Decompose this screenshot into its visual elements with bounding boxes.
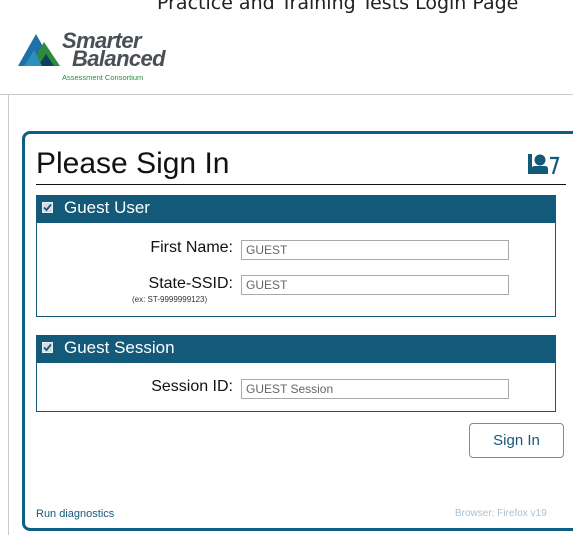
browser-version: Browser: Firefox v19 — [455, 508, 547, 519]
smarter-balanced-logo: Smarter Balanced Assessment Consortium — [16, 26, 186, 90]
login-page: Practice and Training Tests Login Page S… — [0, 0, 573, 535]
ssid-label: State-SSID: — [148, 275, 233, 292]
signin-card — [22, 131, 573, 531]
title-underline — [36, 184, 566, 185]
guest-session-header[interactable]: Guest Session — [36, 335, 556, 363]
checkmark-icon — [43, 343, 52, 352]
guest-user-title: Guest User — [64, 198, 150, 217]
guest-user-body — [36, 223, 556, 317]
checkmark-icon — [43, 203, 52, 212]
first-name-label: First Name: — [150, 239, 233, 256]
ssid-hint: (ex: ST-9999999123) — [132, 295, 208, 304]
first-name-input[interactable] — [241, 240, 509, 260]
sign-in-button[interactable]: Sign In — [469, 423, 564, 458]
run-diagnostics-link[interactable]: Run diagnostics — [36, 508, 114, 520]
guest-session-title: Guest Session — [64, 338, 175, 357]
ssid-input[interactable] — [241, 275, 509, 295]
window-caption: Practice and Training Tests Login Page — [157, 0, 519, 14]
logo-line2: Balanced — [72, 46, 166, 71]
logo-tagline: Assessment Consortium — [62, 73, 144, 82]
guest-session-checkbox[interactable] — [42, 342, 53, 353]
session-id-input[interactable] — [241, 379, 509, 399]
session-id-label: Session ID: — [151, 378, 233, 395]
left-divider — [8, 94, 9, 535]
user-help-icon[interactable] — [526, 152, 560, 183]
logo-mark-icon — [18, 34, 60, 66]
guest-user-checkbox[interactable] — [42, 202, 53, 213]
header-divider — [0, 94, 573, 95]
page-title: Please Sign In — [36, 147, 230, 180]
guest-user-header[interactable]: Guest User — [36, 195, 556, 223]
